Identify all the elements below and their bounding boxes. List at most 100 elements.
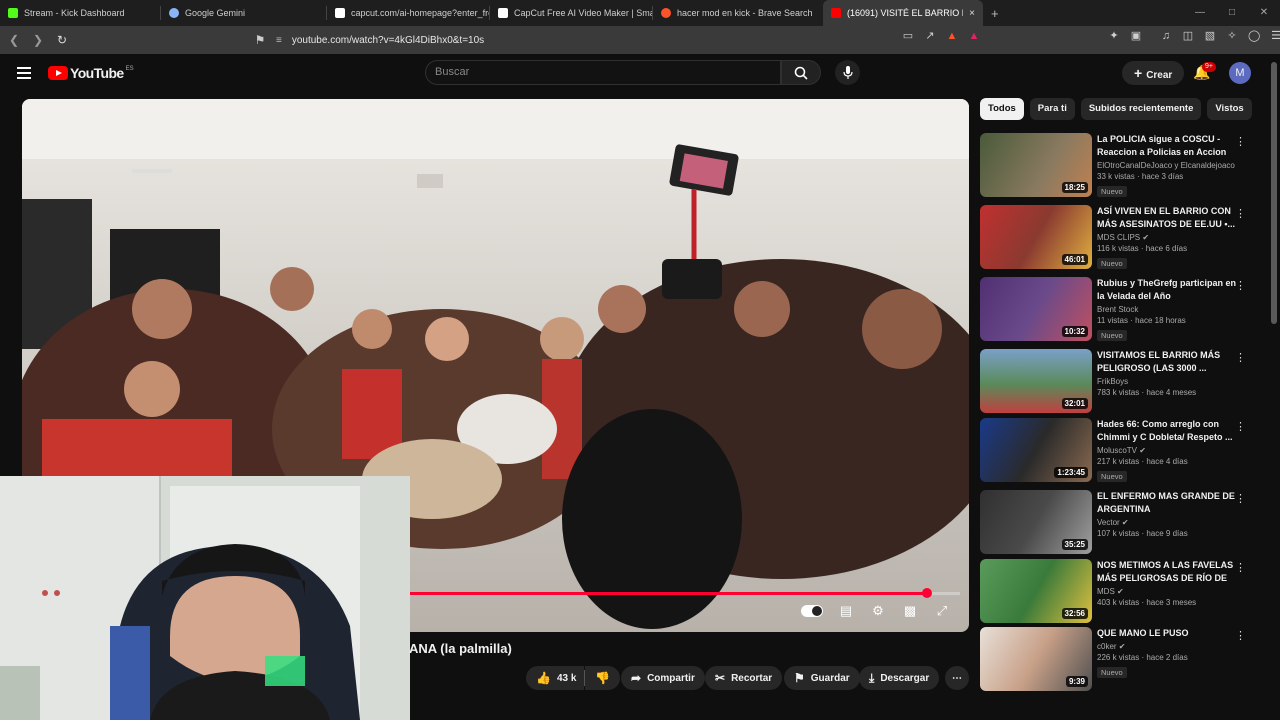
share-button[interactable]: ➦ Compartir <box>621 666 705 690</box>
browser-tab-brave-search[interactable]: hacer mod en kick - Brave Search <box>653 0 815 26</box>
miniplayer-icon[interactable]: ▩ <box>901 603 919 619</box>
settings-gear-icon[interactable]: ⚙ <box>869 603 887 619</box>
address-bar[interactable]: ≡ youtube.com/watch?v=4kGl4DiBhx0&t=10s <box>268 29 994 51</box>
duration-badge: 32:01 <box>1061 398 1088 409</box>
back-icon[interactable]: ❮ <box>4 33 24 47</box>
more-vertical-icon[interactable]: ⋮ <box>1235 207 1246 220</box>
chip-para-ti[interactable]: Para ti <box>1029 98 1075 120</box>
save-button[interactable]: ⚑ Guardar <box>784 666 860 690</box>
more-actions-button[interactable]: ⋯ <box>945 666 969 690</box>
recommendation-title[interactable]: Rubius y TheGrefg participan en la Velad… <box>1097 277 1237 303</box>
recommendation-item[interactable]: 32:56 NOS METIMOS A LAS FAVELAS MÁS PELI… <box>980 559 1260 623</box>
menu-icon[interactable]: ☰ <box>1270 30 1280 42</box>
kick-icon <box>8 8 18 18</box>
video-thumbnail[interactable]: 10:32 <box>980 277 1092 341</box>
channel-name[interactable]: Vector ✔ <box>1097 518 1237 527</box>
site-settings-icon[interactable]: ≡ <box>276 35 282 46</box>
browser-tab-kick[interactable]: Stream - Kick Dashboard <box>0 0 160 26</box>
progress-scrubber[interactable] <box>921 588 932 598</box>
account-avatar[interactable]: M <box>1229 62 1251 84</box>
more-vertical-icon[interactable]: ⋮ <box>1235 492 1246 505</box>
clip-button[interactable]: ✂ Recortar <box>705 666 783 690</box>
url-text: youtube.com/watch?v=4kGl4DiBhx0&t=10s <box>291 34 485 46</box>
recommendation-item[interactable]: 1:23:45 Hades 66: Como arreglo con Chimm… <box>980 418 1260 482</box>
more-vertical-icon[interactable]: ⋮ <box>1235 561 1246 574</box>
search-button[interactable] <box>781 60 821 85</box>
media-icon[interactable]: ♫ <box>1160 30 1172 42</box>
video-thumbnail[interactable]: 9:39 <box>980 627 1092 691</box>
channel-name[interactable]: MoluscoTV ✔ <box>1097 446 1237 455</box>
video-thumbnail[interactable]: 1:23:45 <box>980 418 1092 482</box>
capture-extension-icon[interactable]: ▣ <box>1130 30 1142 42</box>
video-thumbnail[interactable]: 32:01 <box>980 349 1092 413</box>
recommendation-title[interactable]: NOS METIMOS A LAS FAVELAS MÁS PELIGROSAS… <box>1097 559 1237 585</box>
voice-search-button[interactable] <box>835 60 860 85</box>
brave-rewards-icon[interactable]: ▲ <box>968 30 980 42</box>
page-scrollbar[interactable] <box>1271 62 1277 324</box>
channel-name[interactable]: ElOtroCanalDeJoaco y Elcanaldejoaco ✔ <box>1097 161 1237 170</box>
brave-shields-icon[interactable]: ▲ <box>946 30 958 42</box>
browser-tab-youtube-active[interactable]: (16091) VISITÉ EL BARRIO MÁ × <box>823 0 983 26</box>
cast-icon[interactable]: ▭ <box>902 30 914 42</box>
video-thumbnail[interactable]: 32:56 <box>980 559 1092 623</box>
chip-vistos[interactable]: Vistos <box>1207 98 1252 120</box>
recommendation-item[interactable]: 10:32 Rubius y TheGrefg participan en la… <box>980 277 1260 341</box>
recommendation-item[interactable]: 32:01 VISITAMOS EL BARRIO MÁS PELIGROSO … <box>980 349 1260 413</box>
minimize-icon[interactable]: — <box>1184 0 1216 26</box>
search-icon <box>794 66 808 80</box>
puzzle-extension-icon[interactable]: ✦ <box>1108 30 1120 42</box>
wallet-icon[interactable]: ▧ <box>1204 30 1216 42</box>
forward-icon[interactable]: ❯ <box>28 33 48 47</box>
recommendation-item[interactable]: 18:25 La POLICIA sigue a COSCU - Reaccio… <box>980 133 1260 197</box>
channel-name[interactable]: FrikBoys <box>1097 377 1237 386</box>
guide-menu-icon[interactable] <box>17 67 31 79</box>
recommendation-title[interactable]: Hades 66: Como arreglo con Chimmi y C Do… <box>1097 418 1237 444</box>
maximize-icon[interactable]: □ <box>1216 0 1248 26</box>
dislike-button[interactable]: 👎 <box>585 666 621 690</box>
new-tab-icon[interactable]: + <box>991 6 999 21</box>
video-thumbnail[interactable]: 46:01 <box>980 205 1092 269</box>
more-vertical-icon[interactable]: ⋮ <box>1235 629 1246 642</box>
download-button[interactable]: ⤓ Descargar <box>859 666 940 690</box>
chip-subidos-recientemente[interactable]: Subidos recientemente <box>1080 98 1202 120</box>
autoplay-toggle[interactable] <box>801 605 823 617</box>
close-window-icon[interactable]: ✕ <box>1248 0 1280 26</box>
more-vertical-icon[interactable]: ⋮ <box>1235 135 1246 148</box>
recommendation-info: NOS METIMOS A LAS FAVELAS MÁS PELIGROSAS… <box>1097 559 1237 607</box>
more-vertical-icon[interactable]: ⋮ <box>1235 420 1246 433</box>
like-button[interactable]: 👍 43 k <box>526 666 585 690</box>
video-thumbnail[interactable]: 35:25 <box>980 490 1092 554</box>
channel-name[interactable]: MDS ✔ <box>1097 587 1237 596</box>
recommendation-title[interactable]: La POLICIA sigue a COSCU - Reaccion a Po… <box>1097 133 1237 159</box>
browser-tab-capcut-maker[interactable]: CapCut Free AI Video Maker | Smart <box>490 0 652 26</box>
channel-name[interactable]: Brent Stock <box>1097 305 1237 314</box>
more-vertical-icon[interactable]: ⋮ <box>1235 279 1246 292</box>
channel-name[interactable]: c0ker ✔ <box>1097 642 1237 651</box>
search-input[interactable]: Buscar <box>425 60 781 85</box>
subtitles-icon[interactable]: ▤ <box>837 603 855 619</box>
channel-name[interactable]: MDS CLIPS ✔ <box>1097 233 1237 242</box>
recommendation-item[interactable]: 35:25 EL ENFERMO MAS GRANDE DE ARGENTINA… <box>980 490 1260 554</box>
fullscreen-icon[interactable]: ⤢ <box>933 603 951 619</box>
bookmark-icon[interactable]: ⚑ <box>250 33 270 47</box>
chip-todos[interactable]: Todos <box>980 98 1024 120</box>
video-progress-bar[interactable] <box>408 588 960 598</box>
share-icon[interactable]: ↗ <box>924 30 936 42</box>
vpn-icon[interactable]: ◯ <box>1248 30 1260 42</box>
recommendation-title[interactable]: QUE MANO LE PUSO <box>1097 627 1237 640</box>
recommendation-title[interactable]: EL ENFERMO MAS GRANDE DE ARGENTINA <box>1097 490 1237 516</box>
youtube-logo[interactable]: YouTube ES <box>48 65 134 81</box>
browser-tab-capcut-home[interactable]: capcut.com/ai-homepage?enter_from <box>327 0 489 26</box>
create-button[interactable]: + Crear <box>1122 61 1185 85</box>
browser-tab-gemini[interactable]: Google Gemini <box>161 0 326 26</box>
leo-ai-icon[interactable]: ✧ <box>1226 30 1238 42</box>
recommendation-title[interactable]: VISITAMOS EL BARRIO MÁS PELIGROSO (LAS 3… <box>1097 349 1237 375</box>
reload-icon[interactable]: ↻ <box>52 33 72 47</box>
close-tab-icon[interactable]: × <box>969 8 975 19</box>
recommendation-item[interactable]: 9:39 QUE MANO LE PUSO c0ker ✔ 226 k vist… <box>980 627 1260 691</box>
recommendation-title[interactable]: ASÍ VIVEN EN EL BARRIO CON MÁS ASESINATO… <box>1097 205 1237 231</box>
more-vertical-icon[interactable]: ⋮ <box>1235 351 1246 364</box>
video-thumbnail[interactable]: 18:25 <box>980 133 1092 197</box>
sidebar-icon[interactable]: ◫ <box>1182 30 1194 42</box>
recommendation-item[interactable]: 46:01 ASÍ VIVEN EN EL BARRIO CON MÁS ASE… <box>980 205 1260 269</box>
